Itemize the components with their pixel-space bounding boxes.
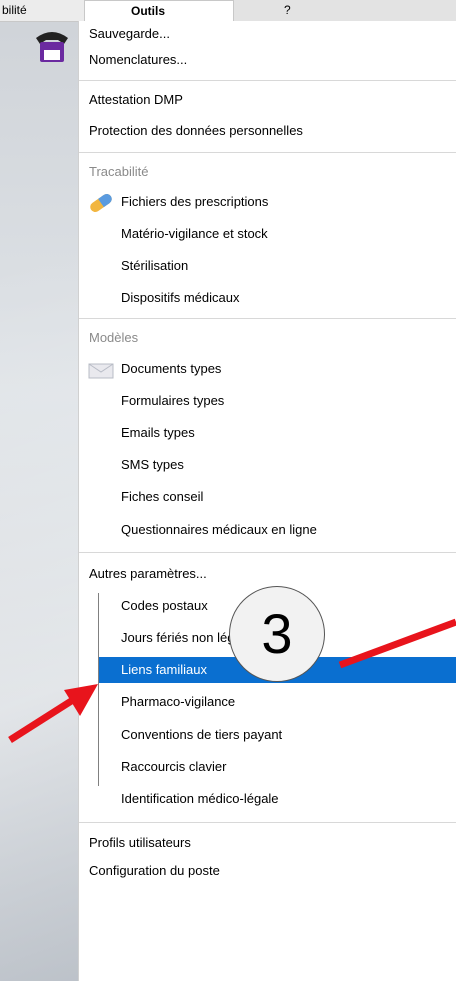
menu-outils[interactable]: Outils xyxy=(84,0,234,21)
menu-item-sms-types[interactable]: SMS types xyxy=(79,452,456,478)
separator xyxy=(79,552,456,553)
menu-item-autres-parametres[interactable]: Autres paramètres... xyxy=(79,561,456,587)
group-label-tracabilite: Tracabilité xyxy=(89,164,149,179)
outils-dropdown-menu: Sauvegarde... Nomenclatures... Attestati… xyxy=(78,21,456,981)
menu-item-profils-utilisateurs[interactable]: Profils utilisateurs xyxy=(79,830,456,856)
separator xyxy=(79,318,456,319)
envelope-icon xyxy=(88,363,114,379)
menu-item-sterilisation[interactable]: Stérilisation xyxy=(79,253,456,279)
separator xyxy=(79,822,456,823)
menu-tracabilite[interactable]: bilité xyxy=(2,0,27,21)
menu-item-configuration-poste[interactable]: Configuration du poste xyxy=(79,858,456,884)
menu-item-sauvegarde[interactable]: Sauvegarde... xyxy=(79,21,456,47)
menu-item-conventions-tiers-payant[interactable]: Conventions de tiers payant xyxy=(79,722,456,748)
group-label-modeles: Modèles xyxy=(89,330,139,345)
menu-item-identification-medico-legale[interactable]: Identification médico-légale xyxy=(79,786,456,812)
menu-item-formulaires-types[interactable]: Formulaires types xyxy=(79,388,456,414)
menu-item-attestation-dmp[interactable]: Attestation DMP xyxy=(79,87,456,113)
phone-icon[interactable] xyxy=(34,24,70,64)
background-panel xyxy=(0,0,78,981)
menu-bar: bilité Outils ? xyxy=(0,0,456,22)
menu-item-documents-types[interactable]: Documents types xyxy=(79,356,456,382)
menu-item-fichiers-prescriptions[interactable]: Fichiers des prescriptions xyxy=(79,189,456,215)
separator xyxy=(79,152,456,153)
menu-item-emails-types[interactable]: Emails types xyxy=(79,420,456,446)
separator xyxy=(79,80,456,81)
menu-item-dispositifs-medicaux[interactable]: Dispositifs médicaux xyxy=(79,285,456,311)
menu-help[interactable]: ? xyxy=(234,0,456,21)
step-number-callout: 3 xyxy=(229,586,325,682)
menu-item-pharmaco-vigilance[interactable]: Pharmaco-vigilance xyxy=(79,689,456,715)
pill-icon xyxy=(90,193,112,213)
menu-item-nomenclatures[interactable]: Nomenclatures... xyxy=(79,47,456,73)
menu-item-raccourcis-clavier[interactable]: Raccourcis clavier xyxy=(79,754,456,780)
background-stripe xyxy=(0,260,78,981)
menu-item-questionnaires[interactable]: Questionnaires médicaux en ligne xyxy=(79,517,456,543)
menu-item-fiches-conseil[interactable]: Fiches conseil xyxy=(79,484,456,510)
menu-item-protection-donnees[interactable]: Protection des données personnelles xyxy=(79,118,456,144)
menu-item-materio-vigilance[interactable]: Matério-vigilance et stock xyxy=(79,221,456,247)
